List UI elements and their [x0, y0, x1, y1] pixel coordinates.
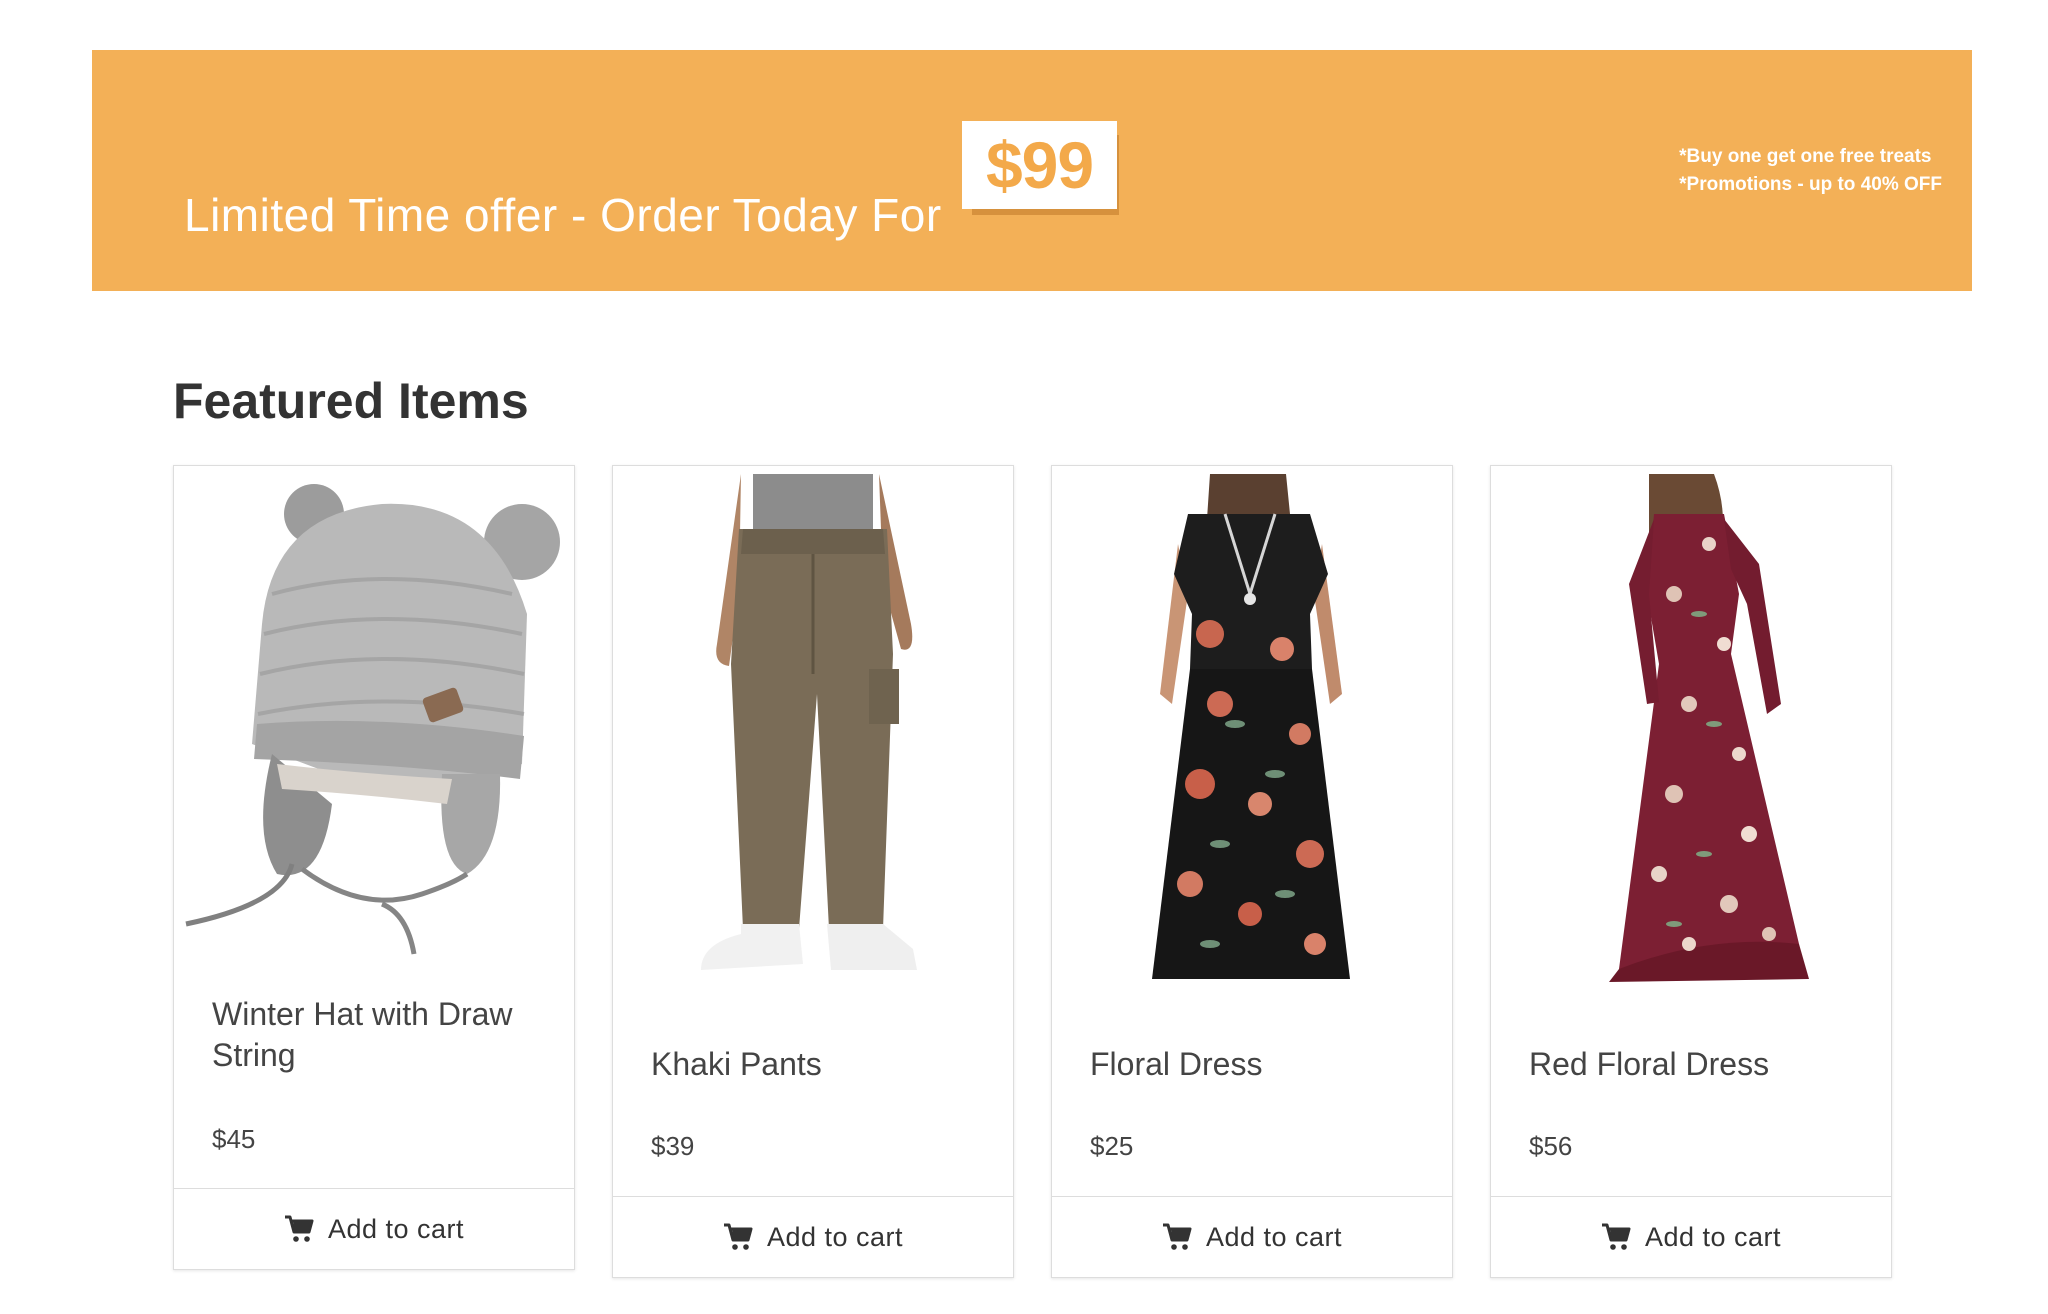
- product-name[interactable]: Red Floral Dress: [1529, 1044, 1867, 1085]
- product-image-hat[interactable]: [182, 474, 566, 988]
- section-title: Featured Items: [173, 373, 529, 429]
- product-name[interactable]: Winter Hat with Draw String: [212, 994, 550, 1076]
- product-price: $25: [1090, 1131, 1134, 1161]
- product-name[interactable]: Khaki Pants: [651, 1044, 989, 1085]
- add-to-cart-label: Add to cart: [1644, 1221, 1782, 1252]
- banner-note: *Promotions - up to 40% OFF: [1679, 174, 1942, 195]
- banner-notes: *Buy one get one free treats *Promotions…: [1679, 143, 1942, 199]
- banner-headline: Limited Time offer - Order Today For: [184, 189, 942, 241]
- shopping-cart-icon: [1162, 1223, 1192, 1251]
- product-image-red-floral-dress[interactable]: [1499, 474, 1883, 988]
- promo-banner[interactable]: Limited Time offer - Order Today For $99…: [92, 50, 1972, 291]
- product-card: Khaki Pants $39 Add to cart: [612, 465, 1014, 1278]
- product-price: $56: [1529, 1131, 1573, 1161]
- add-to-cart-button[interactable]: Add to cart: [1491, 1196, 1891, 1277]
- shopping-cart-icon: [1601, 1223, 1631, 1251]
- product-card: Red Floral Dress $56 Add to cart: [1490, 465, 1892, 1278]
- page: Limited Time offer - Order Today For $99…: [0, 0, 2048, 1314]
- add-to-cart-button[interactable]: Add to cart: [1052, 1196, 1452, 1277]
- banner-price: $99: [985, 128, 1094, 202]
- shopping-cart-icon: [723, 1223, 753, 1251]
- product-price: $39: [651, 1131, 695, 1161]
- banner-price-box: $99: [962, 121, 1117, 209]
- product-card: Winter Hat with Draw String $45 Add to c…: [173, 465, 575, 1270]
- add-to-cart-label: Add to cart: [766, 1221, 904, 1252]
- product-card: Floral Dress $25 Add to cart: [1051, 465, 1453, 1278]
- add-to-cart-label: Add to cart: [1205, 1221, 1343, 1252]
- shopping-cart-icon: [284, 1215, 314, 1243]
- product-price: $45: [212, 1124, 256, 1154]
- add-to-cart-button[interactable]: Add to cart: [613, 1196, 1013, 1277]
- product-name[interactable]: Floral Dress: [1090, 1044, 1428, 1085]
- product-image-floral-dress[interactable]: [1060, 474, 1444, 988]
- add-to-cart-label: Add to cart: [327, 1213, 465, 1244]
- product-image-pants[interactable]: [621, 474, 1005, 988]
- add-to-cart-button[interactable]: Add to cart: [174, 1188, 574, 1269]
- banner-note: *Buy one get one free treats: [1679, 146, 1932, 167]
